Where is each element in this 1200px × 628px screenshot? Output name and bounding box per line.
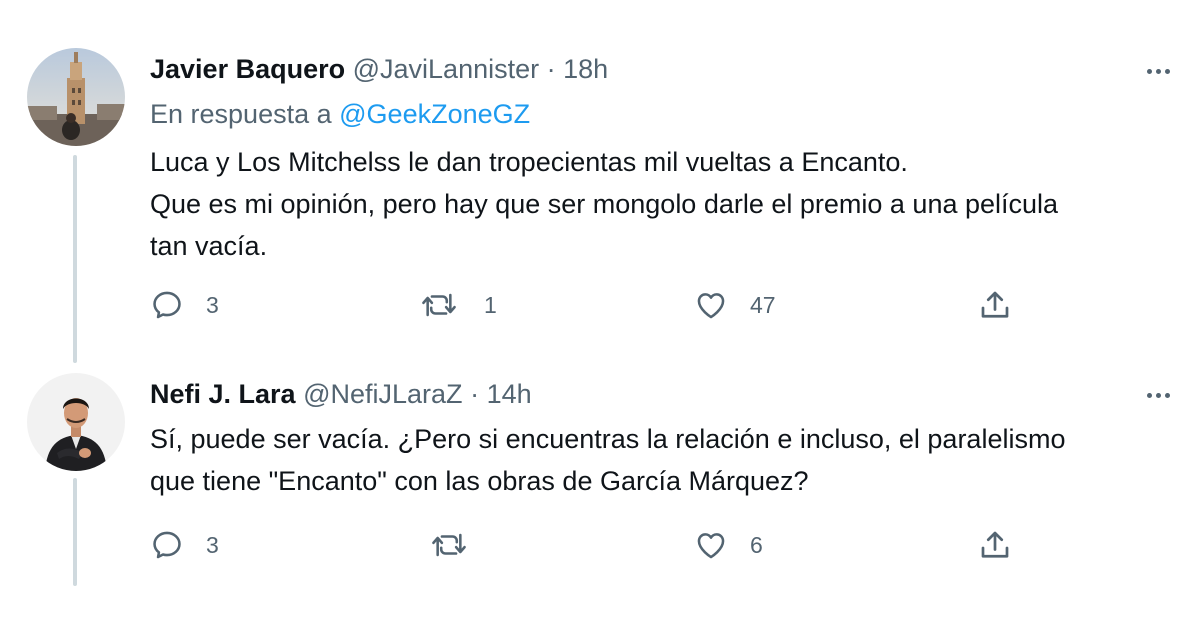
avatar[interactable] [27, 373, 125, 471]
display-name[interactable]: Javier Baquero [150, 54, 345, 84]
user-handle[interactable]: @JaviLannister [353, 54, 540, 84]
retweet-count: 1 [484, 291, 497, 318]
reply-context: En respuesta a @GeekZoneGZ [150, 97, 530, 131]
reply-mention-link[interactable]: @GeekZoneGZ [339, 99, 530, 129]
reply-icon [153, 291, 181, 319]
share-icon [981, 531, 1009, 558]
more-icon[interactable] [1138, 56, 1178, 86]
tweet-text-line: Que es mi opinión, pero hay que ser mong… [150, 189, 1059, 219]
display-name[interactable]: Nefi J. Lara [150, 379, 296, 409]
tweet-header: Nefi J. Lara @NefiJLaraZ · 14h [150, 377, 532, 411]
tweet-text-line: tan vacía. [150, 231, 268, 261]
tweet-actions: 3 6 [0, 525, 1200, 565]
retweet-button[interactable]: 1 [420, 285, 497, 325]
reply-count: 3 [206, 291, 219, 318]
share-button[interactable] [977, 525, 1013, 565]
more-icon[interactable] [1138, 380, 1178, 410]
reply-prefix: En respuesta a [150, 99, 332, 129]
share-icon [981, 291, 1009, 318]
tweet-text: Sí, puede ser vacía. ¿Pero si encuentras… [150, 418, 1180, 502]
like-count: 47 [750, 291, 776, 318]
tweet-text-line: Sí, puede ser vacía. ¿Pero si encuentras… [150, 424, 1066, 454]
timestamp[interactable]: 18h [563, 54, 608, 84]
avatar-photo [27, 373, 125, 471]
like-button[interactable]: 47 [694, 285, 776, 325]
retweet-icon [422, 293, 456, 317]
separator: · [546, 54, 556, 84]
tweet-text-line: Luca y Los Mitchelss le dan tropecientas… [150, 147, 908, 177]
like-button[interactable]: 6 [694, 525, 763, 565]
reply-count: 3 [206, 531, 219, 558]
reply-icon [153, 531, 181, 559]
tweet-actions: 3 1 47 [0, 285, 1200, 325]
avatar[interactable] [27, 48, 125, 146]
reply-button[interactable]: 3 [150, 525, 219, 565]
reply-button[interactable]: 3 [150, 285, 219, 325]
retweet-button[interactable] [430, 525, 468, 565]
retweet-icon [432, 533, 466, 557]
timestamp[interactable]: 14h [487, 379, 532, 409]
user-handle[interactable]: @NefiJLaraZ [303, 379, 462, 409]
like-icon [697, 293, 725, 319]
tweet-text: Luca y Los Mitchelss le dan tropecientas… [150, 141, 1180, 267]
avatar-photo [27, 48, 125, 146]
share-button[interactable] [977, 285, 1013, 325]
like-icon [697, 533, 725, 559]
tweet-text-line: que tiene "Encanto" con las obras de Gar… [150, 466, 809, 496]
like-count: 6 [750, 531, 763, 558]
tweet[interactable]: Nefi J. Lara @NefiJLaraZ · 14h Sí, puede… [0, 360, 1200, 628]
tweet-header: Javier Baquero @JaviLannister · 18h [150, 52, 608, 86]
separator: · [470, 379, 480, 409]
tweet[interactable]: Javier Baquero @JaviLannister · 18h En r… [0, 0, 1200, 360]
